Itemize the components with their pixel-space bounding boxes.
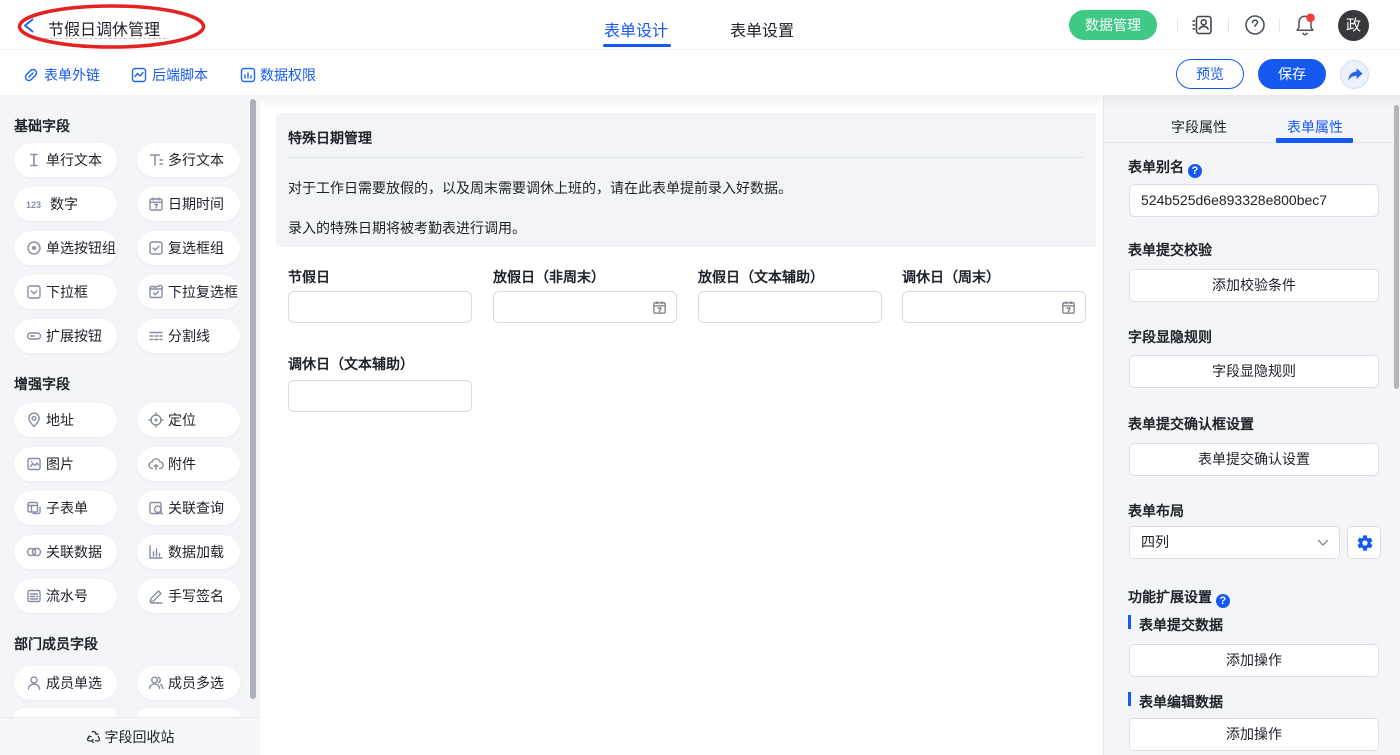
svg-text:123: 123 [26,200,41,210]
